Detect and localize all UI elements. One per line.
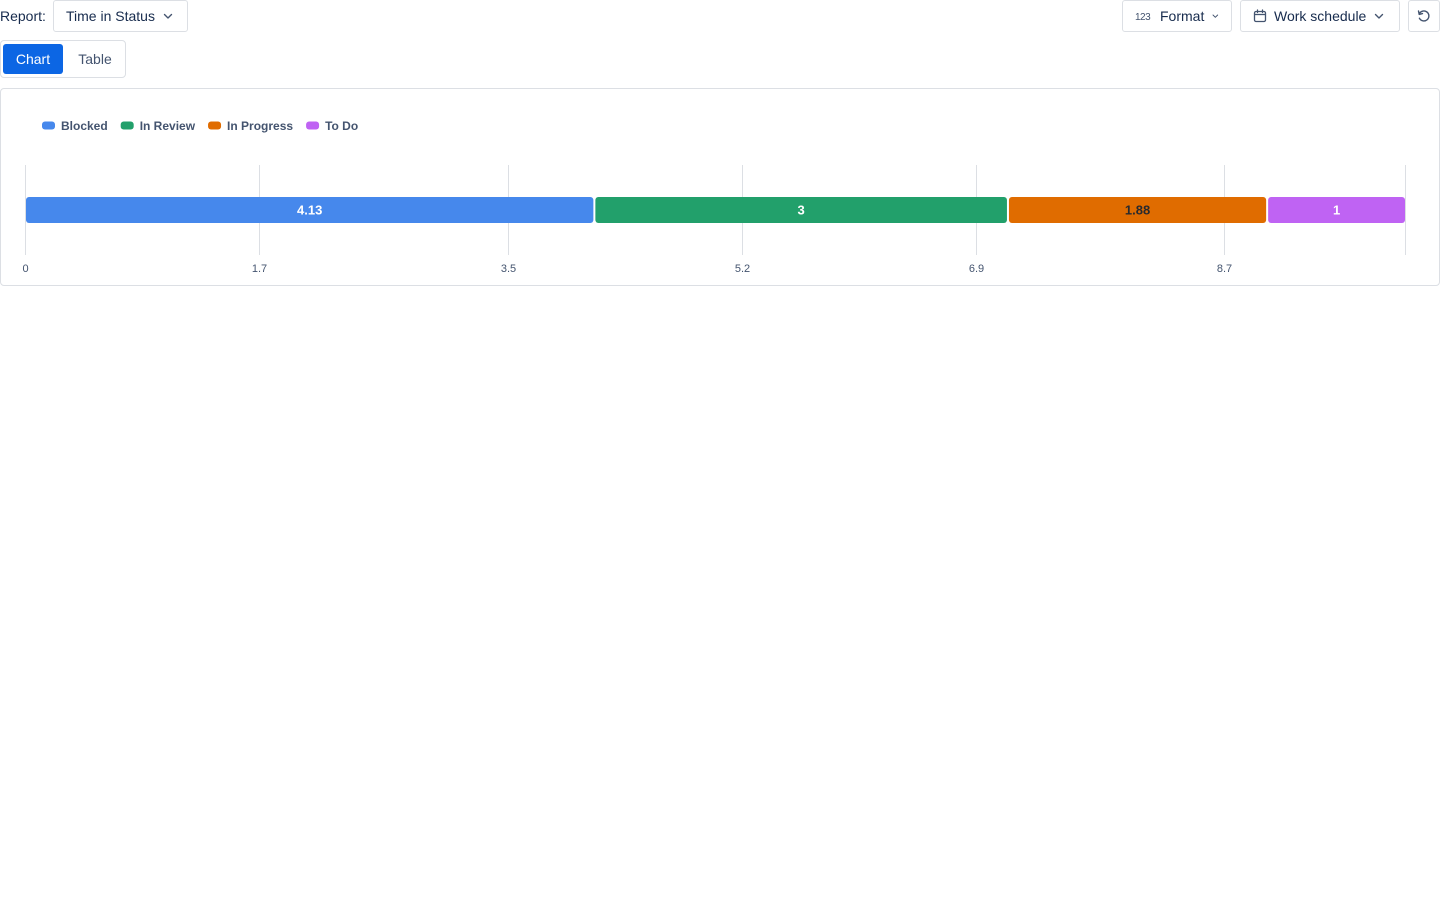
legend-swatch-in-progress [208,121,222,130]
bar-label-in-progress: 1.88 [1125,203,1150,218]
refresh-button[interactable] [1408,0,1440,32]
legend-label-blocked[interactable]: Blocked [61,119,108,133]
work-schedule-button[interactable]: Work schedule [1240,0,1400,32]
number-format-icon-text: 123 [1135,12,1151,22]
format-button[interactable]: 123 Format [1122,0,1232,32]
report-label: Report: [0,8,46,24]
x-tick-label: 1.7 [252,263,267,275]
x-tick-label: 0 [22,263,28,275]
legend-swatch-in-review [120,121,134,130]
work-schedule-label: Work schedule [1274,8,1367,24]
report-select-value: Time in Status [66,8,155,24]
report-toolbar: Report: Time in Status 123 Format Work s… [0,0,1440,32]
report-select[interactable]: Time in Status [53,0,188,32]
legend-label-in-review[interactable]: In Review [140,119,196,133]
x-tick-label: 5.2 [735,263,750,275]
tab-table[interactable]: Table [65,44,125,74]
time-in-status-chart: Blocked In Review In Progress To Do 0 1.7 3.5 5… [22,119,1406,275]
legend-label-in-progress[interactable]: In Progress [227,119,293,133]
bar-label-to-do: 1 [1333,203,1340,218]
chevron-down-icon [163,13,173,19]
view-toggle: Chart Table [0,40,126,78]
calendar-icon [1253,9,1267,23]
legend-label-to-do[interactable]: To Do [325,119,358,133]
legend-swatch-to-do [306,121,320,130]
number-format-icon: 123 [1135,10,1153,22]
tab-chart[interactable]: Chart [3,44,63,74]
format-button-label: Format [1160,8,1205,24]
bar-label-blocked: 4.13 [297,203,322,218]
bar-label-in-review: 3 [798,203,805,218]
legend-swatch-blocked [42,121,55,130]
chart-card: Blocked In Review In Progress To Do 0 1.7 3.5 5… [0,88,1440,286]
x-tick-label: 3.5 [501,263,516,275]
x-tick-label: 8.7 [1217,263,1232,275]
refresh-icon [1417,10,1430,22]
x-tick-label: 6.9 [969,263,984,275]
chevron-down-icon [1375,13,1384,19]
chevron-down-icon [1212,14,1219,18]
